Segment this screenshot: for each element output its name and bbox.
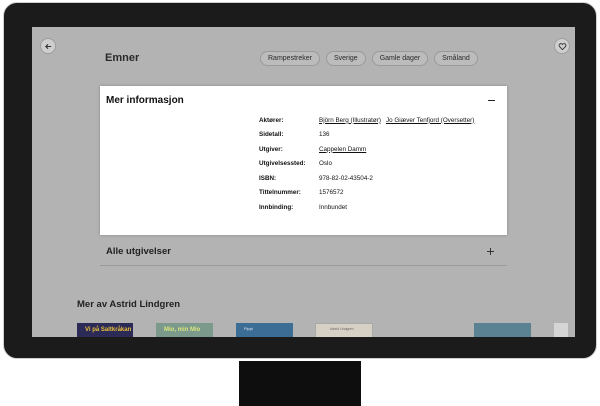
info-key: Tittelnummer: <box>259 189 301 197</box>
monitor-stand <box>239 361 361 406</box>
topic-chip[interactable]: Rampestreker <box>260 51 320 66</box>
actor-link[interactable]: Björn Berg (Illustratør) <box>319 117 381 124</box>
screen: Emner Rampestreker Sverige Gamle dager S… <box>32 27 575 337</box>
info-value: 1576572 <box>319 189 344 197</box>
info-value: Innbundet <box>319 203 348 211</box>
info-row-binding: Innbinding: Innbundet <box>259 200 479 215</box>
plus-icon[interactable] <box>485 246 497 258</box>
info-value: Cappelen Damm <box>319 146 371 153</box>
back-button[interactable] <box>40 38 56 54</box>
book-cover[interactable]: Vi på Saltkråkan <box>77 323 133 337</box>
actor-link[interactable]: Jo Giæver Tenfjord (Oversetter) <box>386 117 474 124</box>
info-key: Aktører: <box>259 116 284 124</box>
monitor-bezel: Emner Rampestreker Sverige Gamle dager S… <box>3 2 597 359</box>
device-mockup: Emner Rampestreker Sverige Gamle dager S… <box>0 0 600 406</box>
heart-icon <box>558 42 566 50</box>
info-row-actors: Aktører: Björn Berg (Illustratør) Jo Giæv… <box>259 113 479 128</box>
topics-heading: Emner <box>105 52 140 64</box>
info-row-pages: Sidetall: 136 <box>259 128 479 143</box>
info-key: Utgivelsessted: <box>259 160 306 168</box>
arrow-left-icon <box>44 43 51 49</box>
book-cover[interactable]: Pippi <box>236 323 293 337</box>
more-info-panel: Mer informasjon Aktører: Björn Berg (Ill… <box>100 86 507 235</box>
info-key: Sidetall: <box>259 131 284 139</box>
info-row-publisher: Utgiver: Cappelen Damm <box>259 142 479 157</box>
all-releases-accordion[interactable]: Alle utgivelser <box>100 241 507 266</box>
book-cover-text: Mio, min Mio <box>164 327 201 333</box>
info-key: Utgiver: <box>259 145 283 153</box>
book-cover[interactable] <box>554 323 568 337</box>
info-key: ISBN: <box>259 174 277 182</box>
book-cover[interactable]: Astrid Lindgren <box>315 323 373 337</box>
info-row-place: Utgivelsessted: Oslo <box>259 157 479 172</box>
info-value: Björn Berg (Illustratør) Jo Giæver Tenfjo… <box>319 117 479 124</box>
more-by-author-heading: Mer av Astrid Lindgren <box>77 299 181 310</box>
book-cover[interactable]: Mio, min Mio <box>156 323 213 337</box>
topic-chip[interactable]: Småland <box>434 51 478 66</box>
topic-chip[interactable]: Gamle dager <box>371 51 429 66</box>
info-value: 978-82-02-43504-2 <box>319 174 373 182</box>
info-list: Aktører: Björn Berg (Illustratør) Jo Giæv… <box>259 113 479 215</box>
topic-chips: Rampestreker Sverige Gamle dager Småland <box>260 51 478 66</box>
releases-title: Alle utgivelser <box>106 246 171 257</box>
book-cover-text: Astrid Lindgren <box>330 327 354 331</box>
collapse-button[interactable] <box>485 94 497 106</box>
info-row-title-number: Tittelnummer: 1576572 <box>259 186 479 201</box>
book-cover[interactable] <box>474 323 531 337</box>
book-cover-text: Vi på Saltkråkan <box>85 327 132 333</box>
info-value: Oslo <box>319 160 332 168</box>
panel-title: Mer informasjon <box>106 95 184 106</box>
favorite-button[interactable] <box>554 38 570 54</box>
publisher-link[interactable]: Cappelen Damm <box>319 146 366 153</box>
info-row-isbn: ISBN: 978-82-02-43504-2 <box>259 171 479 186</box>
minus-icon <box>487 99 495 101</box>
info-value: 136 <box>319 131 330 139</box>
topic-chip[interactable]: Sverige <box>325 51 366 66</box>
info-key: Innbinding: <box>259 203 294 211</box>
book-cover-text: Pippi <box>244 326 253 331</box>
